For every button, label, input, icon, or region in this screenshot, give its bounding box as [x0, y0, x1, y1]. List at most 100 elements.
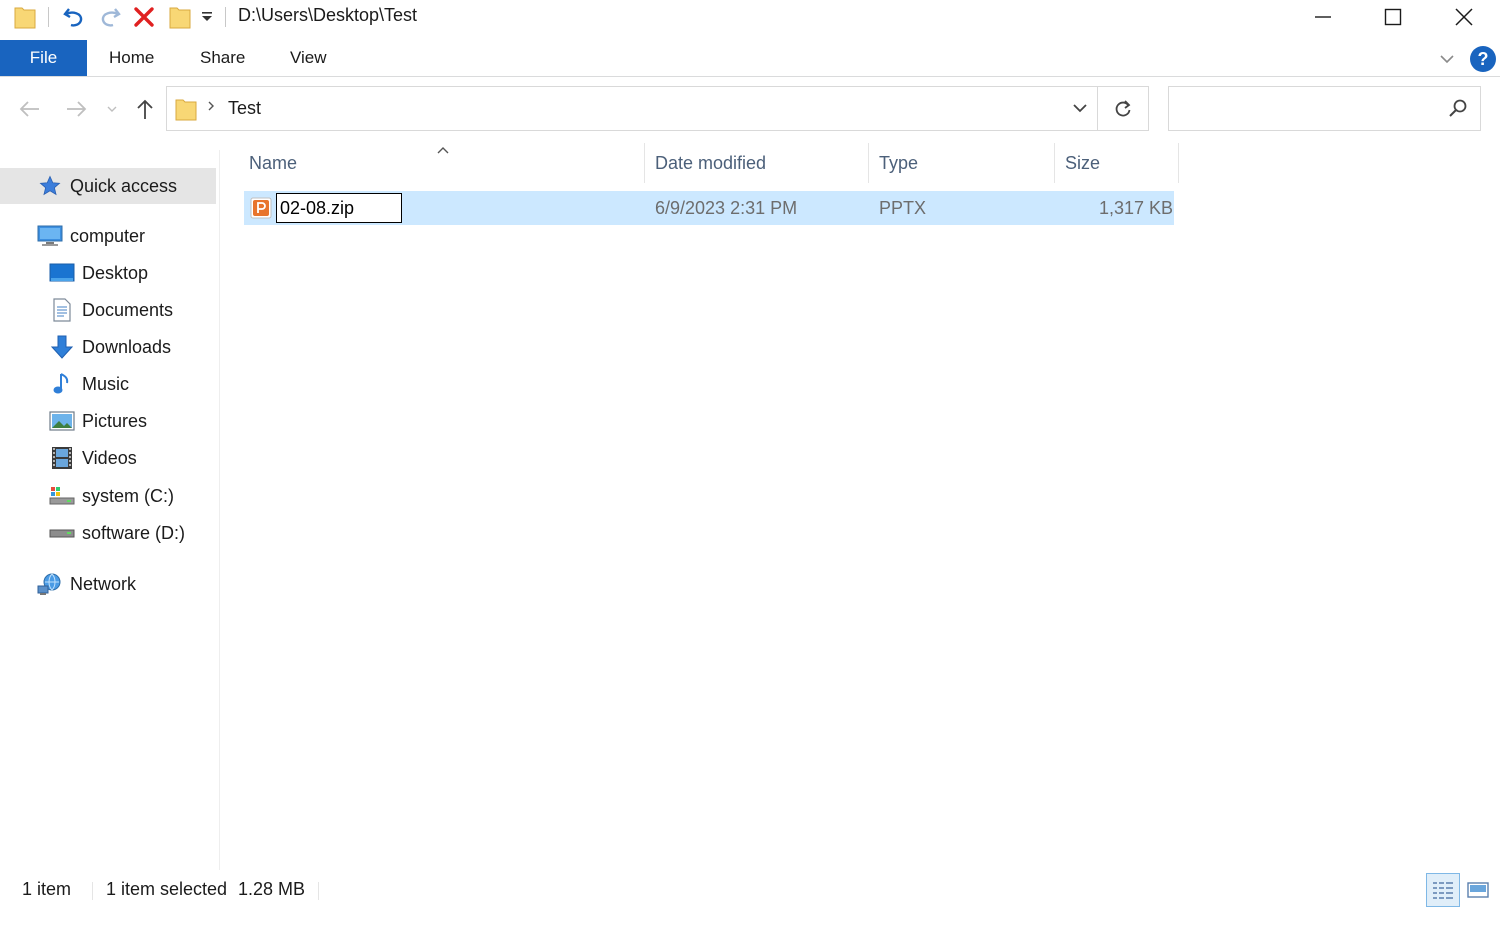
column-header-size[interactable]: Size [1065, 145, 1100, 181]
chevron-down-icon [1073, 104, 1087, 113]
file-date-modified: 6/9/2023 2:31 PM [655, 197, 798, 218]
sidebar-item-computer[interactable]: computer [0, 218, 216, 254]
sidebar-item-label: system (C:) [82, 485, 174, 506]
help-button[interactable]: ? [1470, 44, 1496, 74]
network-icon [36, 572, 64, 596]
rename-field[interactable] [276, 193, 402, 223]
computer-icon [36, 224, 64, 248]
sidebar-item-videos[interactable]: Videos [0, 440, 216, 476]
column-header-date-modified[interactable]: Date modified [655, 145, 766, 181]
large-icons-view-icon [1467, 882, 1489, 898]
up-arrow-icon [137, 99, 153, 119]
maximize-button[interactable] [1358, 0, 1428, 34]
sidebar-item-quick-access[interactable]: Quick access [0, 168, 216, 204]
sidebar-item-label: Music [82, 373, 130, 394]
close-button[interactable] [1429, 0, 1499, 34]
pictures-icon [48, 409, 76, 433]
refresh-button[interactable] [1097, 86, 1149, 131]
sidebar-item-label: Network [70, 573, 137, 594]
sidebar-item-label: Desktop [82, 262, 149, 283]
chevron-down-icon [107, 106, 117, 112]
column-divider[interactable] [868, 143, 869, 183]
film-strip-icon [48, 446, 76, 470]
sidebar-item-pictures[interactable]: Pictures [0, 403, 216, 439]
star-icon [36, 174, 64, 198]
navigation-bar: Test [0, 86, 1500, 132]
redo-icon[interactable] [98, 5, 122, 29]
minimize-button[interactable] [1288, 0, 1358, 34]
sidebar-item-label: Videos [82, 447, 137, 468]
new-folder-icon[interactable] [169, 5, 191, 29]
delete-icon[interactable] [133, 6, 155, 28]
sidebar-item-label: Pictures [82, 410, 148, 431]
sidebar-item-documents[interactable]: Documents [0, 292, 216, 328]
file-row[interactable]: 6/9/2023 2:31 PM PPTX 1,317 KB [244, 191, 1174, 225]
file-size: 1,317 KB [1099, 197, 1174, 218]
back-arrow-icon [19, 101, 39, 117]
search-icon[interactable] [1448, 98, 1468, 123]
breadcrumb-chevron-icon[interactable] [206, 99, 216, 116]
breadcrumb-current[interactable]: Test [228, 98, 261, 119]
status-bar: 1 item 1 item selected 1.28 MB [0, 870, 1500, 910]
sort-ascending-icon [436, 140, 450, 161]
sidebar-item-label: Documents [82, 299, 174, 320]
search-input[interactable] [1169, 87, 1439, 130]
music-note-icon [48, 372, 76, 396]
column-header-type[interactable]: Type [879, 145, 918, 181]
pptx-file-icon [250, 197, 272, 224]
details-view-icon [1433, 882, 1453, 899]
address-bar[interactable]: Test [166, 86, 1098, 131]
system-drive-icon [48, 484, 76, 508]
chevron-down-icon [1440, 55, 1454, 64]
title-bar: D:\Users\Desktop\Test [0, 0, 1500, 34]
selection-size: 1.28 MB [238, 879, 306, 899]
column-divider[interactable] [1178, 143, 1179, 183]
quick-access-toolbar [0, 0, 230, 34]
sidebar-item-label: Quick access [70, 175, 178, 196]
sidebar-item-system-c[interactable]: system (C:) [0, 478, 216, 514]
forward-arrow-icon [67, 101, 87, 117]
desktop-icon [48, 261, 76, 285]
tab-file[interactable]: File [0, 40, 87, 76]
expand-ribbon-button[interactable] [1438, 44, 1456, 74]
sidebar-item-desktop[interactable]: Desktop [0, 255, 216, 291]
help-icon: ? [1470, 46, 1496, 72]
column-divider[interactable] [1054, 143, 1055, 183]
undo-icon[interactable] [62, 5, 86, 29]
sidebar-item-software-d[interactable]: software (D:) [0, 515, 216, 551]
up-button[interactable] [131, 86, 159, 132]
details-view-button[interactable] [1426, 873, 1460, 907]
column-divider[interactable] [644, 143, 645, 183]
back-button[interactable] [16, 86, 44, 132]
toolbar-divider [48, 7, 49, 27]
sidebar-item-music[interactable]: Music [0, 366, 216, 402]
maximize-icon [1384, 8, 1402, 26]
documents-icon [48, 298, 76, 322]
sidebar-item-network[interactable]: Network [0, 566, 216, 602]
refresh-icon [1115, 99, 1130, 116]
window-title: D:\Users\Desktop\Test [238, 5, 418, 25]
tab-home[interactable]: Home [109, 40, 154, 76]
forward-button[interactable] [62, 86, 90, 132]
status-divider [318, 882, 319, 900]
search-box[interactable] [1168, 86, 1481, 131]
customize-dropdown-icon[interactable] [200, 10, 214, 24]
sidebar-item-label: software (D:) [82, 522, 186, 543]
item-count: 1 item [22, 879, 72, 899]
sidebar-item-downloads[interactable]: Downloads [0, 329, 216, 365]
ribbon: File Home Share View ? [0, 40, 1500, 77]
sidebar-item-label: computer [70, 225, 146, 246]
drive-icon [48, 521, 76, 545]
tab-share[interactable]: Share [200, 40, 245, 76]
selection-count: 1 item selected [106, 879, 228, 899]
recent-locations-button[interactable] [104, 86, 120, 132]
minimize-icon [1315, 16, 1331, 18]
tab-view[interactable]: View [290, 40, 327, 76]
toolbar-divider [225, 7, 226, 27]
address-history-dropdown[interactable] [1071, 99, 1089, 122]
large-icons-view-button[interactable] [1464, 873, 1492, 907]
column-header-name[interactable]: Name [249, 145, 297, 181]
folder-icon [175, 97, 197, 126]
folder-icon [14, 5, 36, 29]
close-icon [1455, 8, 1473, 26]
